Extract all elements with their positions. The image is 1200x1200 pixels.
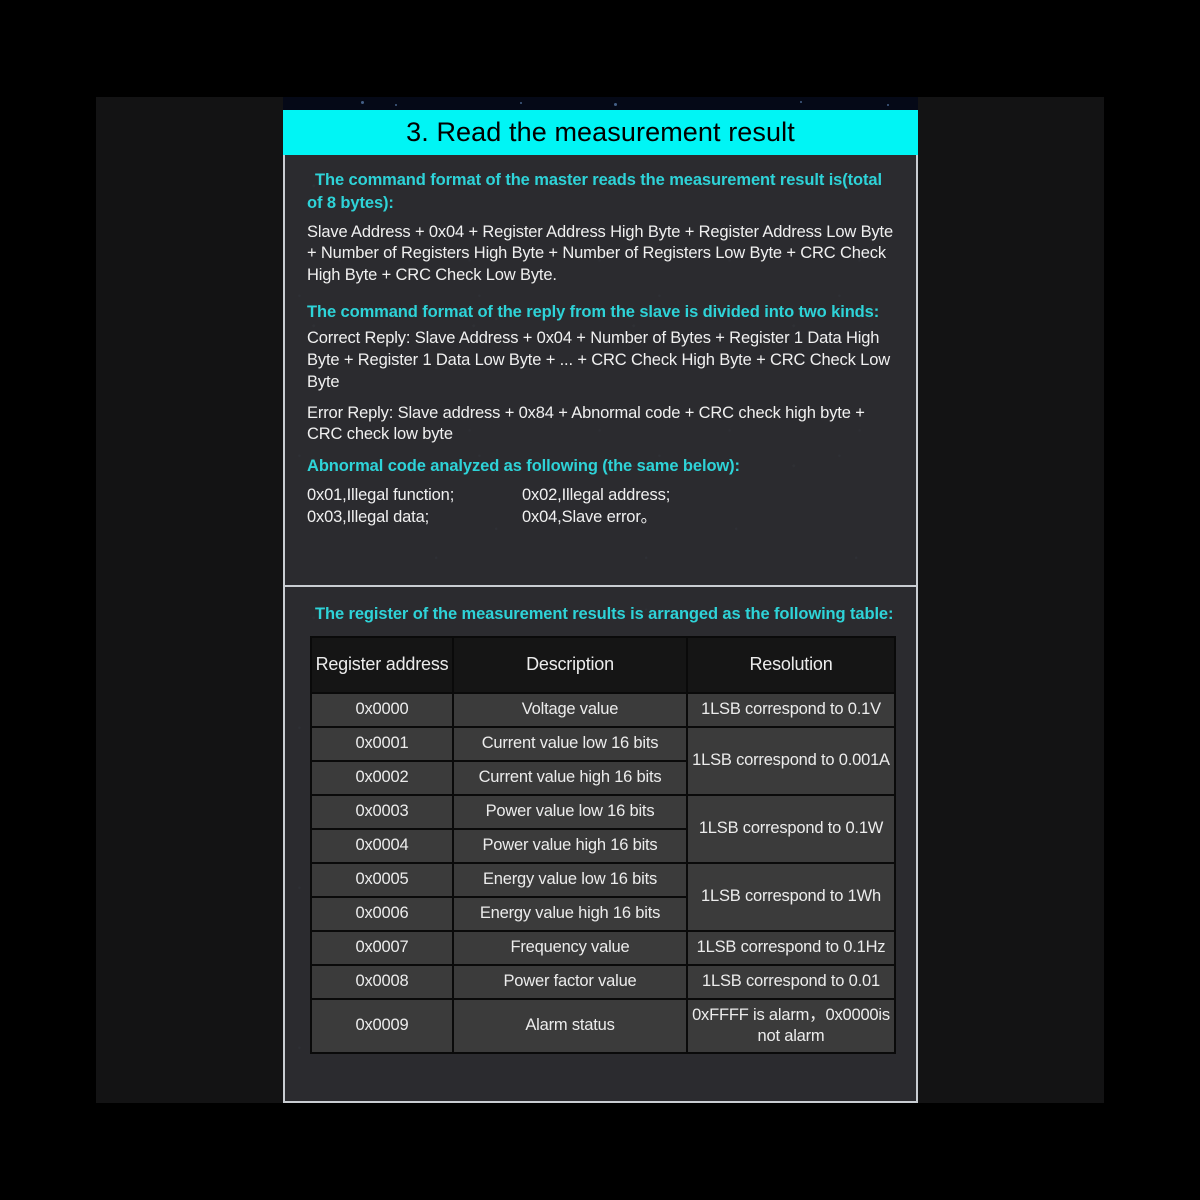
cell-description: Current value high 16 bits [452,759,688,796]
paragraph-error-reply: Error Reply: Slave address + 0x84 + Abno… [307,403,865,444]
table-row: 0x0005 Energy value low 16 bits 1LSB corre… [310,861,896,932]
page-title: 3. Read the measurement result [406,117,795,147]
column-header-resolution: Resolution [686,635,896,694]
section-title-bar: 3. Read the measurement result [283,110,918,155]
abnormal-code-0x03: 0x03,Illegal data; [307,507,430,526]
abnormal-code-0x04: 0x04,Slave error。 [522,507,658,526]
cell-description: Energy value low 16 bits [452,861,688,898]
cell-description: Power factor value [452,963,688,1000]
cell-register-address: 0x0000 [310,691,454,728]
register-table: Register address Description Resolution … [310,635,896,1054]
table-row: 0x0000 Voltage value 1LSB correspond to 0.… [310,691,896,728]
cell-register-address: 0x0009 [310,997,454,1054]
cell-resolution: 1LSB correspond to 1Wh [686,861,896,932]
cell-register-address: 0x0002 [310,759,454,796]
cell-register-address: 0x0008 [310,963,454,1000]
table-header-row: Register address Description Resolution [310,635,896,694]
cell-register-address: 0x0007 [310,929,454,966]
abnormal-code-list: 0x01,Illegal function; 0x02,Illegal addr… [307,485,896,529]
heading-abnormal-code: Abnormal code analyzed as following (the… [307,457,740,476]
cell-description: Voltage value [452,691,688,728]
heading-register-table: The register of the measurement results … [315,605,894,623]
cell-register-address: 0x0004 [310,827,454,864]
column-header-description: Description [452,635,688,694]
cell-register-address: 0x0003 [310,793,454,830]
cell-description: Current value low 16 bits [452,725,688,762]
abnormal-code-0x01: 0x01,Illegal function; [307,485,455,504]
table-row: 0x0007 Frequency value 1LSB correspond to … [310,929,896,966]
heading-master-command-format: The command format of the master reads t… [307,171,882,212]
cell-register-address: 0x0001 [310,725,454,762]
abnormal-code-row: 0x03,Illegal data; 0x04,Slave error。 [307,507,896,529]
table-row: 0x0008 Power factor value 1LSB correspond … [310,963,896,1000]
paragraph-master-command-format: Slave Address + 0x04 + Register Address … [307,222,893,285]
abnormal-code-0x02: 0x02,Illegal address; [522,485,671,504]
left-gutter [96,97,283,1103]
cell-resolution: 1LSB correspond to 0.001A [686,725,896,796]
register-table-header: Register address Description Resolution [310,635,896,694]
table-row: 0x0001 Current value low 16 bits 1LSB corr… [310,725,896,796]
cell-resolution: 1LSB correspond to 0.1V [686,691,896,728]
paragraph-correct-reply: Correct Reply: Slave Address + 0x04 + Nu… [307,329,891,391]
heading-slave-reply-format: The command format of the reply from the… [307,302,880,321]
cell-description: Power value low 16 bits [452,793,688,830]
abnormal-code-row: 0x01,Illegal function; 0x02,Illegal addr… [307,485,896,507]
table-row: 0x0003 Power value low 16 bits 1LSB corres… [310,793,896,864]
slide-canvas: 3. Read the measurement result The comma… [0,0,1200,1200]
column-header-register-address: Register address [310,635,454,694]
cell-resolution: 1LSB correspond to 0.01 [686,963,896,1000]
cell-description: Frequency value [452,929,688,966]
document-panel: 3. Read the measurement result The comma… [283,97,918,1103]
cell-resolution: 1LSB correspond to 0.1Hz [686,929,896,966]
register-table-body: 0x0000 Voltage value 1LSB correspond to 0.… [310,691,896,1054]
right-gutter [920,97,1104,1103]
register-table-wrapper: Register address Description Resolution … [307,635,896,1054]
cell-resolution: 1LSB correspond to 0.1W [686,793,896,864]
command-format-panel: The command format of the master reads t… [283,155,918,587]
cell-description: Energy value high 16 bits [452,895,688,932]
cell-register-address: 0x0005 [310,861,454,898]
cell-register-address: 0x0006 [310,895,454,932]
top-navy-strip [283,97,918,110]
register-table-panel: The register of the measurement results … [283,587,918,1103]
cell-description: Alarm status [452,997,688,1054]
cell-resolution: 0xFFFF is alarm，0x0000is not alarm [686,997,896,1054]
cell-description: Power value high 16 bits [452,827,688,864]
table-row: 0x0009 Alarm status 0xFFFF is alarm，0x0000… [310,997,896,1054]
